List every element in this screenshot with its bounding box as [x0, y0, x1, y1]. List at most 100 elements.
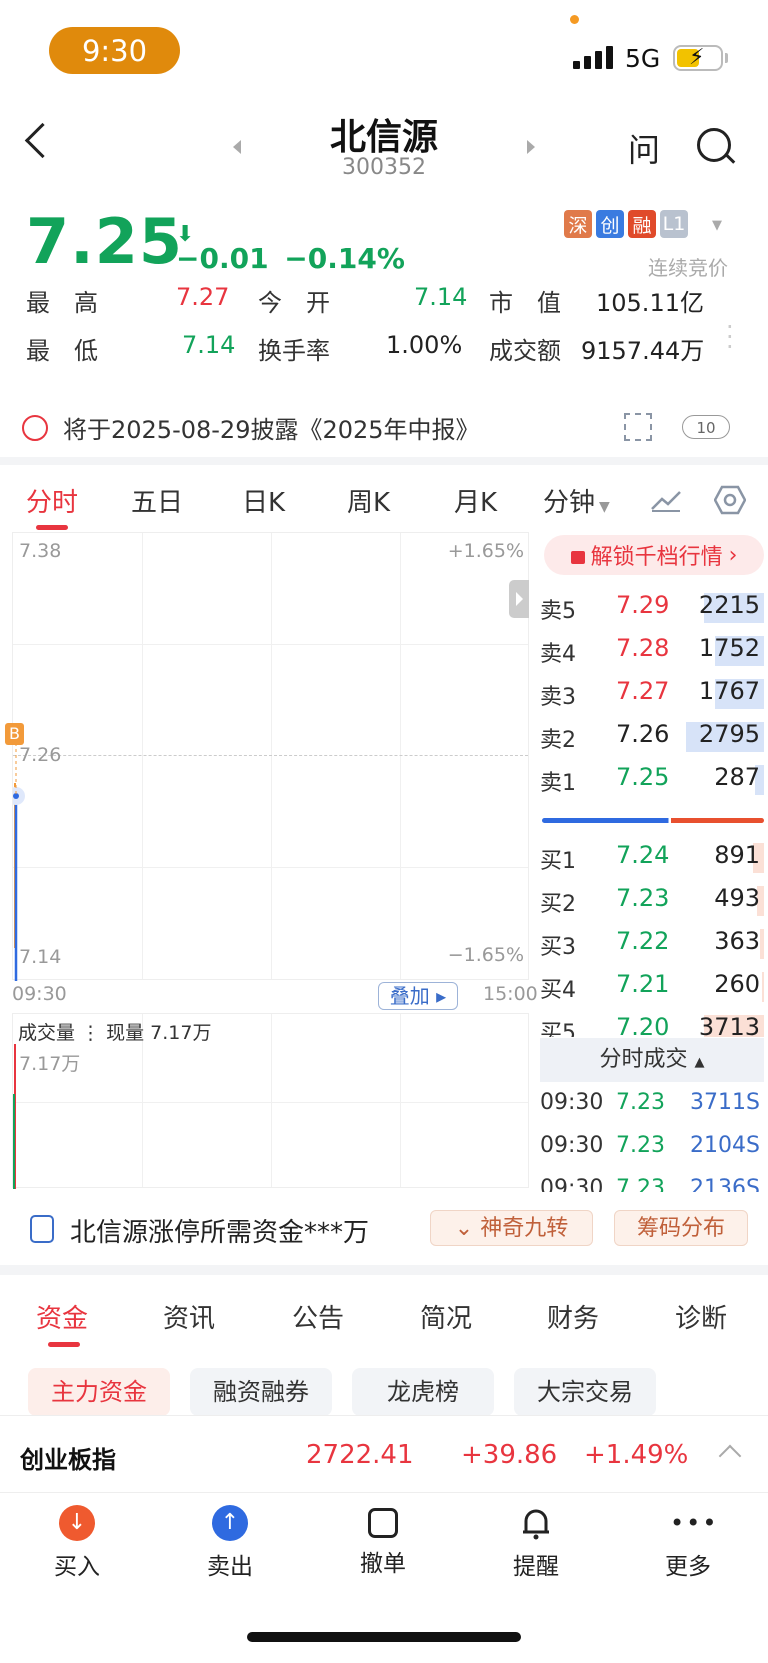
alert-label: 提醒: [513, 1554, 559, 1580]
tab-financials[interactable]: 财务: [547, 1298, 599, 1335]
message-count-badge[interactable]: 10: [682, 415, 730, 439]
ask-row[interactable]: 卖2 7.26 2795: [540, 714, 764, 758]
overlay-label: 叠加: [389, 984, 430, 1008]
tab-news[interactable]: 资讯: [163, 1298, 215, 1335]
tab-minute[interactable]: 分钟 ▼: [543, 482, 610, 519]
bid-ask-ratio-bar: [542, 818, 764, 823]
tab-announcements[interactable]: 公告: [292, 1298, 344, 1335]
intraday-chart[interactable]: 7.38 7.26 7.14 +1.65% −1.65%: [12, 532, 529, 981]
chip-main-capital[interactable]: 主力资金: [28, 1368, 170, 1416]
ask-row[interactable]: 卖4 7.28 1752: [540, 628, 764, 672]
indicator-icon[interactable]: [650, 487, 682, 513]
bid-price: 7.22: [616, 927, 670, 955]
buy-label: 买入: [54, 1554, 100, 1580]
ask-level-label: 卖5: [540, 599, 576, 624]
more-stats-icon[interactable]: · · ·: [726, 315, 734, 359]
bid-row[interactable]: 买2 7.23 493: [540, 878, 764, 922]
prev-close-line: [13, 755, 528, 756]
chip-block-trade[interactable]: 大宗交易: [514, 1368, 656, 1416]
market-badges[interactable]: 深 创 融 L1: [564, 210, 688, 238]
index-name: 创业板指: [20, 1446, 116, 1474]
bid-row[interactable]: 买3 7.22 363: [540, 921, 764, 965]
unlock-label: 解锁千档行情: [590, 545, 723, 570]
ask-price: 7.25: [616, 763, 670, 791]
trade-price: 7.23: [616, 1133, 665, 1158]
ask-row[interactable]: 卖5 7.29 2215: [540, 585, 764, 629]
check-circle-icon: ⌄: [454, 1216, 474, 1241]
chip-distribution-button[interactable]: 筹码分布: [614, 1210, 748, 1246]
bid-level-label: 买2: [540, 892, 576, 917]
bid-price: 7.24: [616, 841, 670, 869]
tab-five-day[interactable]: 五日: [131, 482, 183, 519]
ask-level-label: 卖3: [540, 685, 576, 710]
volume-chart[interactable]: 成交量 ⋮ 现量 7.17万 7.17万: [12, 1013, 529, 1189]
pct-axis-bottom: −1.65%: [447, 944, 524, 966]
bid-price: 7.21: [616, 970, 670, 998]
trade-volume: 2136S: [690, 1176, 760, 1192]
bid-level-label: 买5: [540, 1021, 576, 1037]
ask-button[interactable]: 问: [628, 125, 660, 171]
ask-quantity: 287: [714, 763, 760, 791]
collapse-panel-handle[interactable]: [509, 580, 529, 618]
ask-level-label: 卖4: [540, 642, 576, 667]
stat-label: 成交额: [489, 337, 561, 365]
buy-button[interactable]: ↓ 买入: [32, 1505, 122, 1581]
bid-row[interactable]: 买5 7.20 3713: [540, 1007, 764, 1037]
tab-daily-k[interactable]: 日K: [242, 482, 285, 519]
trading-mode: 连续竞价: [648, 256, 728, 280]
home-indicator[interactable]: [247, 1632, 521, 1642]
tab-weekly-k[interactable]: 周K: [347, 482, 390, 519]
tab-intraday[interactable]: 分时: [26, 482, 78, 519]
bid-list: 买1 7.24 891 买2 7.23 493 买3 7.22 363 买4 7.21 260 买5 7.…: [540, 835, 764, 1037]
edit-layout-icon[interactable]: [624, 413, 652, 441]
cancel-order-button[interactable]: 撤单: [338, 1505, 428, 1578]
ask-level-label: 卖1: [540, 771, 576, 796]
stat-low: 7.14: [182, 331, 236, 359]
report-notice[interactable]: 将于2025-08-29披露《2025年中报》: [63, 410, 480, 445]
buy-marker[interactable]: B: [5, 723, 24, 745]
tab-profile[interactable]: 简况: [420, 1298, 472, 1335]
tab-capital[interactable]: 资金: [36, 1298, 88, 1335]
trade-time: 09:30: [540, 1133, 604, 1158]
bid-price: 7.20: [616, 1013, 670, 1037]
more-button[interactable]: ••• 更多: [643, 1505, 733, 1581]
stat-turnover: 1.00%: [386, 331, 463, 359]
sell-button[interactable]: ↑ 卖出: [185, 1505, 275, 1581]
alert-button[interactable]: 提醒: [491, 1505, 581, 1581]
bid-depth-bar: [760, 929, 764, 959]
chevron-down-icon[interactable]: ▼: [712, 218, 722, 233]
network-label: 5G: [625, 44, 661, 73]
stat-label: 最 低: [26, 337, 98, 365]
ask-row[interactable]: 卖3 7.27 1767: [540, 671, 764, 715]
trades-header[interactable]: 分时成交 ▲: [540, 1038, 764, 1082]
price-change: −0.01 −0.14%: [176, 242, 405, 275]
tab-monthly-k[interactable]: 月K: [454, 482, 497, 519]
overlay-button[interactable]: 叠加 ▸: [378, 982, 458, 1010]
stat-open: 7.14: [414, 283, 468, 311]
magic-nine-button[interactable]: ⌄ 神奇九转: [430, 1210, 593, 1246]
chevron-right-icon: ›: [728, 542, 738, 568]
stat-market-cap: 105.11亿: [596, 289, 704, 317]
ask-row[interactable]: 卖1 7.25 287: [540, 757, 764, 801]
document-icon: [30, 1215, 54, 1243]
tab-diagnosis[interactable]: 诊断: [675, 1298, 727, 1335]
limit-up-capital[interactable]: 北信源涨停所需资金***万: [70, 1212, 369, 1249]
bid-quantity: 260: [714, 970, 760, 998]
settings-icon[interactable]: [714, 485, 746, 515]
unlock-depth-button[interactable]: 解锁千档行情 ›: [544, 535, 764, 575]
chip-margin-trading[interactable]: 融资融券: [190, 1368, 332, 1416]
bid-level-label: 买3: [540, 935, 576, 960]
magic-nine-label: 神奇九转: [480, 1216, 569, 1241]
signal-icon: [573, 46, 613, 69]
stat-label: 今 开: [258, 289, 330, 317]
ask-level-label: 卖2: [540, 728, 576, 753]
bid-row[interactable]: 买4 7.21 260: [540, 964, 764, 1008]
chip-dragon-tiger[interactable]: 龙虎榜: [352, 1368, 494, 1416]
sell-icon: ↑: [212, 1505, 248, 1541]
bid-row[interactable]: 买1 7.24 891: [540, 835, 764, 879]
cancel-order-label: 撤单: [360, 1551, 406, 1577]
ask-quantity: 2795: [698, 720, 760, 748]
search-icon[interactable]: [697, 128, 731, 162]
bid-quantity: 3713: [698, 1013, 760, 1037]
volume-bar: [13, 1044, 16, 1189]
